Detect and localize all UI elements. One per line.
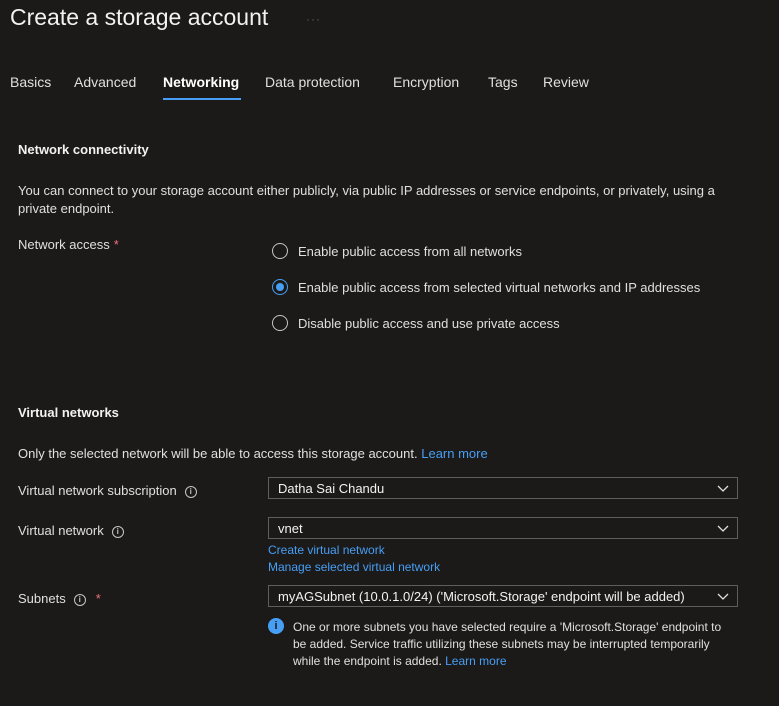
chevron-down-icon <box>717 485 729 492</box>
notice-message: One or more subnets you have selected re… <box>293 620 722 668</box>
subnets-value: myAGSubnet (10.0.1.0/24) ('Microsoft.Sto… <box>278 589 685 604</box>
tab-data-protection[interactable]: Data protection <box>265 73 360 101</box>
info-icon[interactable]: i <box>73 593 86 606</box>
manage-virtual-network-link[interactable]: Manage selected virtual network <box>268 560 440 574</box>
network-connectivity-description: You can connect to your storage account … <box>18 183 715 216</box>
radio-button[interactable] <box>272 243 288 259</box>
network-access-label: Network access * <box>18 237 119 252</box>
subscription-label: Virtual network subscription i <box>18 483 197 498</box>
section-title-virtual-networks: Virtual networks <box>18 405 119 420</box>
tab-encryption[interactable]: Encryption <box>393 73 459 101</box>
radio-label: Enable public access from all networks <box>298 244 522 259</box>
notice-text: One or more subnets you have selected re… <box>293 619 733 670</box>
tab-bar: Basics Advanced Networking Data protecti… <box>0 73 779 103</box>
radio-label: Enable public access from selected virtu… <box>298 280 701 295</box>
tab-networking[interactable]: Networking <box>163 73 242 101</box>
virtual-networks-description-text: Only the selected network will be able t… <box>18 446 418 461</box>
learn-more-link[interactable]: Learn more <box>421 446 487 461</box>
chevron-down-icon <box>717 593 729 600</box>
subscription-value: Datha Sai Chandu <box>278 481 385 496</box>
virtual-network-label-text: Virtual network <box>18 523 104 538</box>
virtual-networks-description: Only the selected network will be able t… <box>18 445 488 463</box>
subnets-dropdown[interactable]: myAGSubnet (10.0.1.0/24) ('Microsoft.Sto… <box>268 585 738 607</box>
more-options-icon[interactable]: ··· <box>306 12 321 26</box>
required-marker: * <box>95 591 101 606</box>
radio-label: Disable public access and use private ac… <box>298 316 560 331</box>
notice-learn-more-link[interactable]: Learn more <box>445 654 506 668</box>
virtual-network-label: Virtual network i <box>18 523 124 538</box>
info-icon[interactable]: i <box>111 525 124 538</box>
tab-advanced[interactable]: Advanced <box>74 73 136 101</box>
virtual-network-value: vnet <box>278 521 303 536</box>
chevron-down-icon <box>717 525 729 532</box>
info-icon[interactable]: i <box>184 485 197 498</box>
tab-review[interactable]: Review <box>543 73 589 101</box>
info-filled-icon: i <box>268 618 284 634</box>
tab-basics[interactable]: Basics <box>10 73 51 101</box>
radio-button-checked[interactable] <box>272 279 288 295</box>
network-access-label-text: Network access <box>18 237 110 252</box>
subscription-dropdown[interactable]: Datha Sai Chandu <box>268 477 738 499</box>
tab-tags[interactable]: Tags <box>488 73 518 101</box>
create-virtual-network-link[interactable]: Create virtual network <box>268 543 385 557</box>
subnets-label-text: Subnets <box>18 591 66 606</box>
page-title: Create a storage account <box>10 4 269 30</box>
subscription-label-text: Virtual network subscription <box>18 483 177 498</box>
section-title-network-connectivity: Network connectivity <box>18 142 149 157</box>
subnets-label: Subnets i * <box>18 591 101 606</box>
radio-button[interactable] <box>272 315 288 331</box>
virtual-network-dropdown[interactable]: vnet <box>268 517 738 539</box>
required-marker: * <box>113 237 119 252</box>
